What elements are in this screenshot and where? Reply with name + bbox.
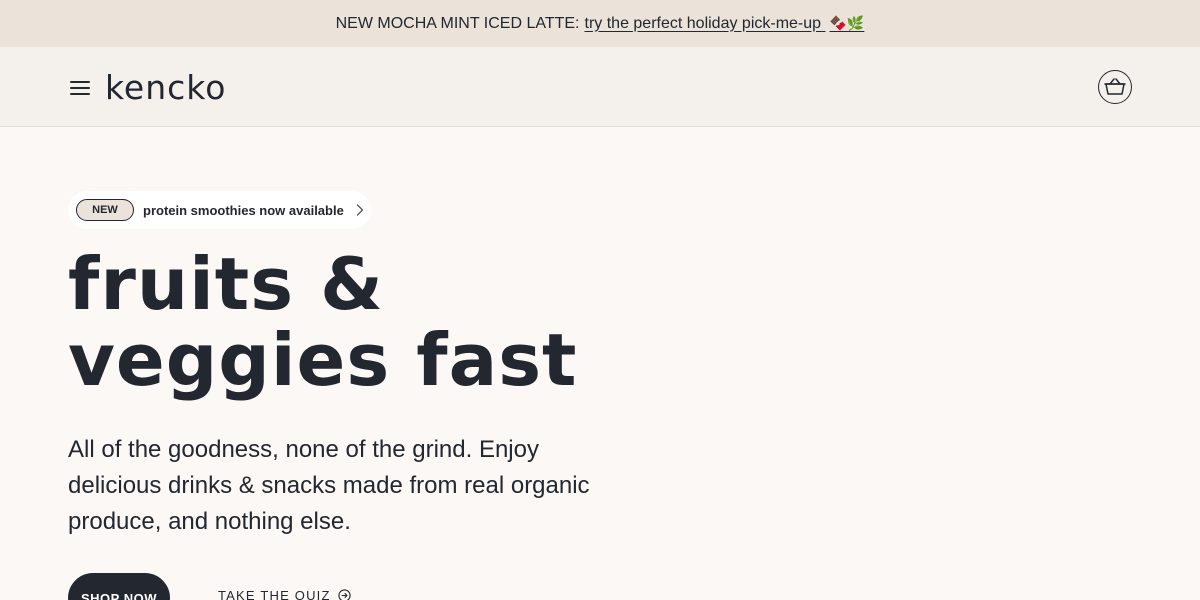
site-header: kencko	[0, 47, 1200, 127]
take-quiz-label: TAKE THE QUIZ	[218, 588, 331, 600]
arrow-circle-right-icon	[337, 589, 351, 600]
hero-title: fruits & veggies fast	[68, 246, 577, 398]
announcement-link[interactable]: try the perfect holiday pick-me-up 🍫🌿	[585, 15, 865, 33]
shopping-basket-icon	[1104, 78, 1126, 95]
cart-button[interactable]	[1098, 70, 1132, 104]
chevron-right-icon	[356, 204, 363, 216]
shop-now-label: SHOP NOW	[81, 590, 157, 600]
new-badge: NEW	[76, 199, 134, 221]
hero-title-line2: veggies fast	[68, 318, 578, 402]
promo-pill[interactable]: NEW protein smoothies now available	[68, 191, 371, 229]
take-quiz-button[interactable]: TAKE THE QUIZ	[218, 588, 351, 600]
announcement-emoji: 🍫🌿	[829, 14, 865, 31]
logo[interactable]: kencko	[105, 68, 226, 107]
hero-subtitle: All of the goodness, none of the grind. …	[68, 436, 590, 535]
shop-now-button[interactable]: SHOP NOW	[68, 573, 170, 600]
announcement-link-text: try the perfect holiday pick-me-up	[584, 14, 822, 32]
hero-title-line1: fruits &	[68, 242, 384, 326]
hamburger-menu-icon[interactable]	[70, 80, 90, 96]
promo-text: protein smoothies now available	[143, 202, 344, 218]
announcement-text: NEW MOCHA MINT ICED LATTE:	[335, 14, 580, 32]
announcement-bar: NEW MOCHA MINT ICED LATTE: try the perfe…	[0, 0, 1200, 47]
